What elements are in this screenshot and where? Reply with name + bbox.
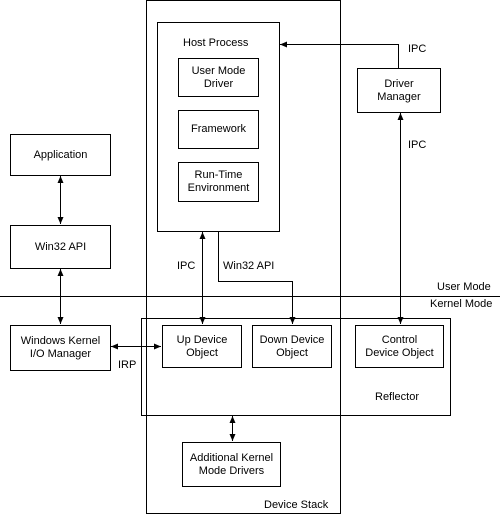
win32-api-box: Win32 API <box>10 225 111 269</box>
win32-label-host-down: Win32 API <box>223 260 275 272</box>
io-manager-box: Windows Kernel I/O Manager <box>10 325 111 371</box>
control-device-object-box: Control Device Object <box>355 325 444 368</box>
ipc-label-host-dm: IPC <box>408 43 427 55</box>
user-mode-label: User Mode <box>437 281 491 293</box>
ipc-label-dm-control: IPC <box>408 139 427 151</box>
additional-drivers-box: Additional Kernel Mode Drivers <box>182 442 281 487</box>
host-process-label: Host Process <box>183 37 249 49</box>
up-device-object-box: Up Device Object <box>162 325 242 368</box>
driver-manager-box: Driver Manager <box>357 68 441 113</box>
reflector-label: Reflector <box>375 391 420 403</box>
user-mode-driver-box: User Mode Driver <box>178 58 259 97</box>
ipc-label-host-up: IPC <box>177 260 196 272</box>
framework-box: Framework <box>178 110 259 149</box>
runtime-box: Run-Time Environment <box>178 162 259 202</box>
kernel-mode-label: Kernel Mode <box>430 298 493 310</box>
down-device-object-box: Down Device Object <box>252 325 332 368</box>
irp-label: IRP <box>118 359 137 371</box>
application-box: Application <box>10 134 111 176</box>
device-stack-label: Device Stack <box>264 499 329 511</box>
diagram: Host Process User Mode Driver Framework … <box>0 0 500 514</box>
